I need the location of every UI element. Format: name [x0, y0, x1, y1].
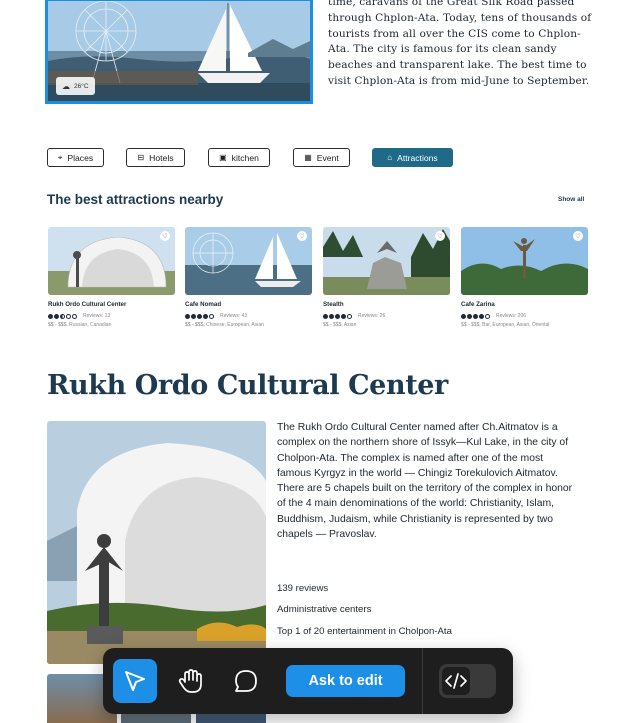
- attraction-card[interactable]: ♡ Cafe Nomad Reviews: 43 $$ - $$$, Chine…: [185, 227, 312, 328]
- weather-icon: ☁: [62, 81, 70, 91]
- card-reviews: Reviews: 206: [496, 313, 527, 319]
- comment-icon: [235, 670, 257, 692]
- card-rating: Reviews: 206: [461, 313, 588, 319]
- attraction-card[interactable]: ♡ Rukh Ordo Cultural Center Reviews: 13 …: [48, 227, 175, 328]
- card-title: Cafe Nomad: [185, 301, 222, 308]
- card-tags: $$ - $$$, Bar, European, Asian, Oriental: [461, 322, 550, 328]
- map-pin-icon: ⌖: [57, 152, 63, 162]
- card-tags: $$ - $$$, Chinese, European, Asian: [185, 322, 264, 328]
- filter-label: kitchen: [231, 152, 259, 163]
- detail-photo: [47, 421, 266, 664]
- detail-title: Rukh Ordo Cultural Center: [47, 370, 448, 401]
- filter-hotels[interactable]: ⊟ Hotels: [126, 148, 185, 167]
- weather-temperature: 26°C: [74, 82, 89, 90]
- filter-label: Hotels: [149, 152, 174, 163]
- pointer-icon: [125, 671, 145, 691]
- card-title: Rukh Ordo Cultural Center: [48, 301, 127, 308]
- attraction-card[interactable]: ♡ Stealth Reviews: 26 $$ - $$$, Asian: [323, 227, 450, 328]
- section-title: The best attractions nearby: [47, 192, 224, 207]
- favorite-heart-icon[interactable]: ♡: [297, 231, 307, 241]
- card-tags: $$ - $$$, Russian, Canadian: [48, 322, 112, 328]
- hand-icon: [178, 669, 202, 693]
- detail-description: The Rukh Ordo Cultural Center named afte…: [277, 422, 573, 541]
- kitchen-icon: ▣: [219, 153, 227, 162]
- floating-toolbar: Ask to edit: [103, 648, 513, 714]
- filter-attractions[interactable]: ⌂ Attractions: [372, 148, 453, 167]
- card-rating: Reviews: 26: [323, 313, 450, 319]
- hero-paragraph: time, caravans of the Great Silk Road pa…: [328, 0, 592, 87]
- show-all-link[interactable]: Show all: [558, 196, 584, 203]
- filter-label: Places: [67, 152, 94, 163]
- card-rating: Reviews: 43: [185, 313, 312, 319]
- filter-label: Event: [316, 152, 339, 163]
- hero-photo: ☁ 26°C: [45, 0, 313, 104]
- filter-places[interactable]: ⌖ Places: [47, 148, 104, 167]
- landmark-icon: ⌂: [387, 153, 393, 162]
- code-icon: [442, 667, 470, 695]
- pointer-tool-button[interactable]: [113, 659, 157, 703]
- comment-tool-button[interactable]: [224, 659, 268, 703]
- calendar-icon: ▦: [304, 153, 312, 162]
- filter-tabs: ⌖ Places ⊟ Hotels ▣ kitchen ▦ Event ⌂ At…: [47, 148, 607, 167]
- weather-badge: ☁ 26°C: [56, 77, 95, 95]
- card-image: ♡: [48, 227, 175, 295]
- toolbar-divider: [422, 648, 423, 714]
- card-title: Cafe Zarina: [461, 301, 495, 308]
- favorite-heart-icon[interactable]: ♡: [435, 231, 445, 241]
- favorite-heart-icon[interactable]: ♡: [573, 231, 583, 241]
- card-image: ♡: [323, 227, 450, 295]
- filter-kitchen[interactable]: ▣ kitchen: [208, 148, 270, 167]
- ask-to-edit-button[interactable]: Ask to edit: [286, 665, 405, 697]
- filter-event[interactable]: ▦ Event: [293, 148, 350, 167]
- card-rating: Reviews: 13: [48, 313, 175, 319]
- attraction-card[interactable]: ♡ Cafe Zarina Reviews: 206 $$ - $$$, Bar…: [461, 227, 588, 328]
- favorite-heart-icon[interactable]: ♡: [160, 231, 170, 241]
- detail-reviews: 139 reviews: [277, 583, 329, 594]
- bed-icon: ⊟: [137, 153, 145, 162]
- detail-ranking: Top 1 of 20 entertainment in Cholpon-Ata: [277, 626, 452, 637]
- card-image: ♡: [185, 227, 312, 295]
- card-title: Stealth: [323, 301, 344, 308]
- card-reviews: Reviews: 13: [83, 313, 111, 319]
- card-reviews: Reviews: 43: [220, 313, 248, 319]
- code-view-toggle[interactable]: [439, 664, 496, 698]
- filter-label: Attractions: [397, 152, 438, 163]
- card-image: ♡: [461, 227, 588, 295]
- hand-tool-button[interactable]: [169, 659, 213, 703]
- card-reviews: Reviews: 26: [358, 313, 386, 319]
- detail-category: Administrative centers: [277, 604, 372, 615]
- card-tags: $$ - $$$, Asian: [323, 322, 357, 328]
